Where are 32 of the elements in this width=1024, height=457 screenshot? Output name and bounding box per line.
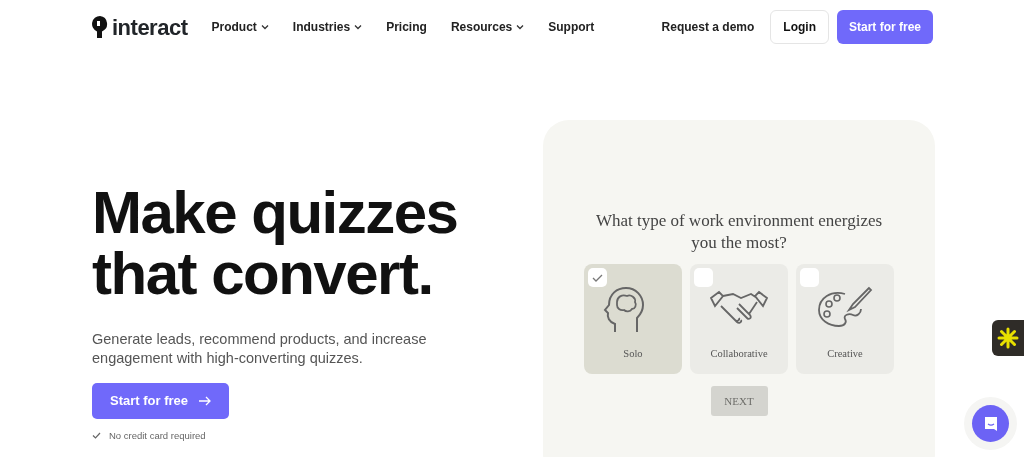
no-card-note: No credit card required	[109, 428, 206, 443]
check-icon	[592, 273, 603, 282]
request-demo-link[interactable]: Request a demo	[661, 18, 755, 36]
quiz-option[interactable]: Collaborative	[690, 264, 788, 375]
chevron-icon	[516, 24, 525, 30]
brand-name[interactable]: interact	[112, 10, 188, 44]
quiz-question: What type of work environment energizes you the most?	[594, 210, 884, 255]
cta-button[interactable]: Start for free	[92, 383, 230, 419]
nav-link[interactable]: Support	[548, 18, 595, 36]
login-button[interactable]: Login	[770, 10, 829, 44]
start-button[interactable]: Start for free	[836, 10, 933, 44]
nav-link[interactable]: Resources	[450, 18, 525, 36]
quiz-option[interactable]: Solo	[584, 264, 682, 375]
chat-icon	[982, 415, 999, 432]
option-label: Solo	[623, 347, 643, 362]
logo-icon	[92, 16, 108, 38]
chevron-icon	[354, 24, 363, 30]
hero-subtitle: Generate leads, recommend products, and increase engagement with high-converting quizzes.	[92, 330, 428, 369]
option-checkbox	[694, 268, 713, 288]
check-icon	[92, 432, 101, 440]
nav-link[interactable]: Pricing	[386, 18, 427, 36]
sparkle-icon	[997, 327, 1019, 349]
chevron-icon	[260, 24, 269, 30]
option-label: Collaborative	[710, 347, 768, 362]
option-label: Creative	[827, 347, 863, 362]
nav-link[interactable]: Product	[211, 18, 269, 36]
option-checkbox	[800, 268, 819, 288]
quiz-option[interactable]: Creative	[796, 264, 894, 375]
nav-link[interactable]: Industries	[292, 18, 363, 36]
arrow-icon	[198, 395, 212, 406]
hero-title: Make quizzes that convert.	[92, 182, 459, 305]
sparkle-widget[interactable]	[992, 320, 1024, 356]
